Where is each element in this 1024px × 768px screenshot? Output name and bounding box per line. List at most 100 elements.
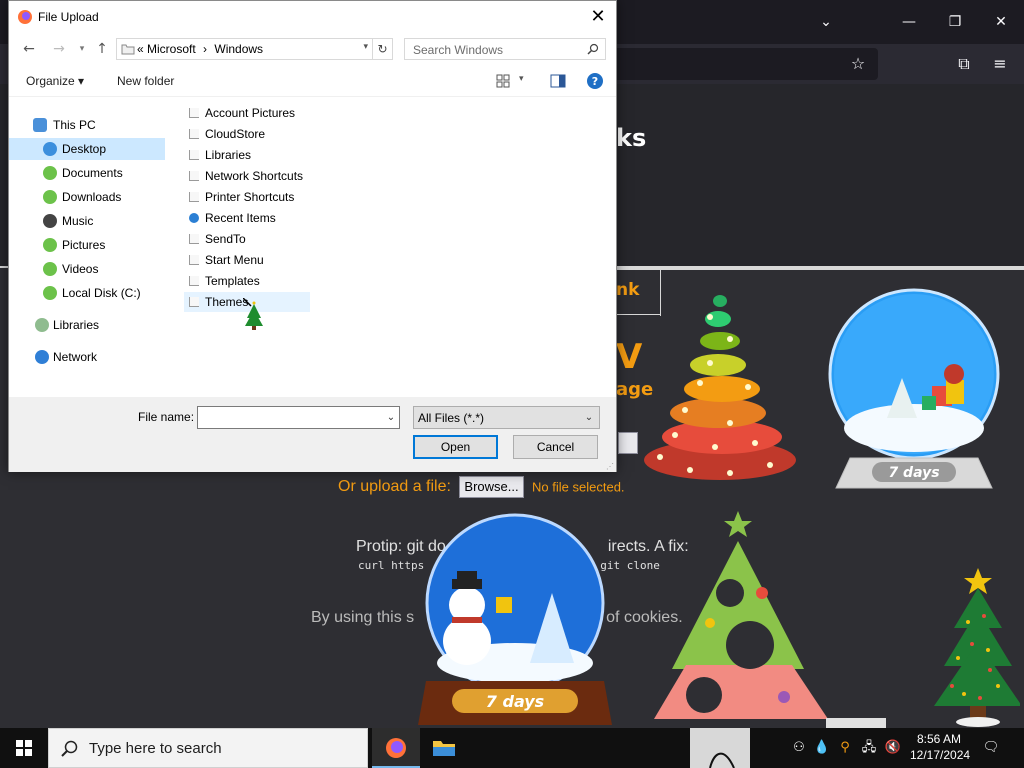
organize-button[interactable]: Organize ▾	[26, 74, 84, 88]
start-button[interactable]	[0, 728, 48, 768]
list-item[interactable]: Recent Items	[184, 208, 310, 228]
nav-downloads[interactable]: Downloads	[9, 186, 165, 208]
nav-this-pc[interactable]: This PC	[29, 114, 169, 136]
snow-globe-label-2: 7 days	[486, 692, 544, 711]
cancel-button[interactable]: Cancel	[513, 435, 598, 459]
file-name: CloudStore	[205, 127, 266, 141]
refresh-icon[interactable]: ↻	[372, 39, 392, 59]
forward-icon[interactable]: →	[49, 39, 69, 59]
search-icon	[587, 43, 599, 55]
taskbar-file-explorer[interactable]	[420, 728, 468, 768]
svg-text:?: ?	[592, 75, 598, 88]
file-name-input[interactable]	[197, 406, 400, 429]
minimize-icon[interactable]: —	[886, 10, 932, 34]
restore-icon[interactable]: ❐	[932, 10, 978, 34]
back-icon[interactable]: ←	[19, 39, 39, 59]
file-explorer-icon	[433, 741, 455, 756]
key-icon[interactable]: ⚲	[836, 739, 854, 757]
view-dropdown-icon[interactable]: ▾	[519, 74, 524, 84]
file-type-select[interactable]: All Files (*.*) ⌄	[413, 406, 600, 429]
triangle-tree-decoration	[654, 511, 828, 719]
nav-label: Local Disk (C:)	[62, 286, 141, 300]
list-item[interactable]: CloudStore	[184, 124, 310, 144]
file-type-value: All Files (*.*)	[418, 411, 485, 425]
nav-local-disk[interactable]: Local Disk (C:)	[9, 282, 165, 304]
nav-network[interactable]: Network	[29, 346, 169, 368]
nav-label: Documents	[62, 166, 123, 180]
list-item[interactable]: Templates	[184, 271, 310, 291]
menu-hamburger-icon[interactable]: ≡	[988, 52, 1012, 76]
firefox-icon	[386, 738, 406, 758]
cookie-left: By using this s	[311, 609, 415, 626]
network-tray-icon[interactable]: 🖧	[860, 739, 878, 757]
path-overflow-icon[interactable]: «	[137, 42, 144, 56]
taskbar-search[interactable]: Type here to search	[48, 728, 368, 768]
file-name-label: File name:	[138, 410, 195, 424]
nav-label: Desktop	[62, 142, 107, 156]
clock-date[interactable]: 12/17/2024	[910, 748, 970, 763]
recent-items-icon	[189, 213, 199, 223]
page-graphic-fragment	[826, 718, 886, 728]
new-folder-button[interactable]: New folder	[117, 74, 174, 88]
nav-videos[interactable]: Videos	[9, 258, 165, 280]
preview-pane-icon[interactable]	[550, 74, 566, 88]
address-bar[interactable]: « Microsoft › Windows ▾ ↻	[116, 38, 393, 60]
address-dropdown-icon[interactable]: ▾	[363, 42, 368, 52]
breadcrumb-microsoft[interactable]: Microsoft	[147, 42, 196, 56]
help-icon[interactable]: ?	[586, 72, 604, 90]
url-bar[interactable]	[610, 48, 878, 80]
list-item[interactable]: Network Shortcuts	[184, 166, 310, 186]
close-icon[interactable]: ✕	[584, 3, 612, 31]
disk-icon	[43, 286, 57, 300]
notifications-icon[interactable]: 🗨	[982, 739, 1000, 757]
clock-time[interactable]: 8:56 AM	[910, 732, 968, 747]
list-item[interactable]: Start Menu	[184, 250, 310, 270]
nav-desktop[interactable]: Desktop	[9, 138, 165, 160]
libraries-icon	[35, 318, 49, 332]
open-button[interactable]: Open	[413, 435, 498, 459]
recent-locations-icon[interactable]: ▾	[72, 39, 92, 59]
up-icon[interactable]: ↑	[92, 39, 112, 59]
upload-label: Or upload a file:	[338, 478, 451, 495]
list-item[interactable]: Libraries	[184, 145, 310, 165]
list-item[interactable]: SendTo	[184, 229, 310, 249]
file-name: Account Pictures	[205, 106, 296, 120]
volume-muted-icon[interactable]: 🔇	[884, 739, 902, 757]
wallpaper-fragment	[690, 728, 750, 768]
file-name: Themes	[205, 295, 249, 309]
nav-documents[interactable]: Documents	[9, 162, 165, 184]
breadcrumb: Microsoft › Windows	[147, 42, 263, 56]
list-item[interactable]: Account Pictures	[184, 103, 310, 123]
tab-list-chevron-icon[interactable]: ⌄	[803, 10, 849, 34]
snowman-globe-decoration: 7 days	[418, 513, 612, 725]
music-icon	[43, 214, 57, 228]
resize-grip-icon[interactable]: ⋰	[606, 462, 614, 471]
close-window-icon[interactable]: ✕	[978, 10, 1024, 34]
view-options-icon[interactable]	[496, 74, 510, 88]
nav-label: Music	[62, 214, 94, 228]
search-icon	[61, 740, 78, 757]
file-name-dropdown-icon[interactable]: ⌄	[383, 407, 399, 428]
folder-icon	[189, 255, 199, 265]
taskbar-firefox[interactable]	[372, 728, 420, 768]
page-title: ks	[616, 124, 647, 152]
nav-libraries[interactable]: Libraries	[29, 314, 169, 336]
search-placeholder: Search Windows	[413, 43, 504, 57]
people-icon[interactable]: ⚇	[790, 739, 808, 757]
computer-icon	[33, 118, 47, 132]
folder-icon	[189, 297, 199, 307]
drop-icon[interactable]: 💧	[813, 739, 831, 757]
nav-label: This PC	[53, 118, 96, 132]
file-name: Network Shortcuts	[205, 169, 304, 183]
breadcrumb-windows[interactable]: Windows	[214, 42, 263, 56]
nav-pictures[interactable]: Pictures	[9, 234, 165, 256]
extensions-icon[interactable]: ⧉	[952, 52, 976, 76]
bookmark-star-icon[interactable]: ☆	[846, 52, 870, 76]
snow-globe-decoration: 7 days	[828, 288, 1000, 489]
breadcrumb-separator-icon[interactable]: ›	[203, 42, 207, 56]
search-box[interactable]: Search Windows	[404, 38, 606, 60]
nav-music[interactable]: Music	[9, 210, 165, 232]
browse-button[interactable]: Browse...	[459, 476, 524, 498]
list-item[interactable]: Printer Shortcuts	[184, 187, 310, 207]
folder-icon	[189, 171, 199, 181]
